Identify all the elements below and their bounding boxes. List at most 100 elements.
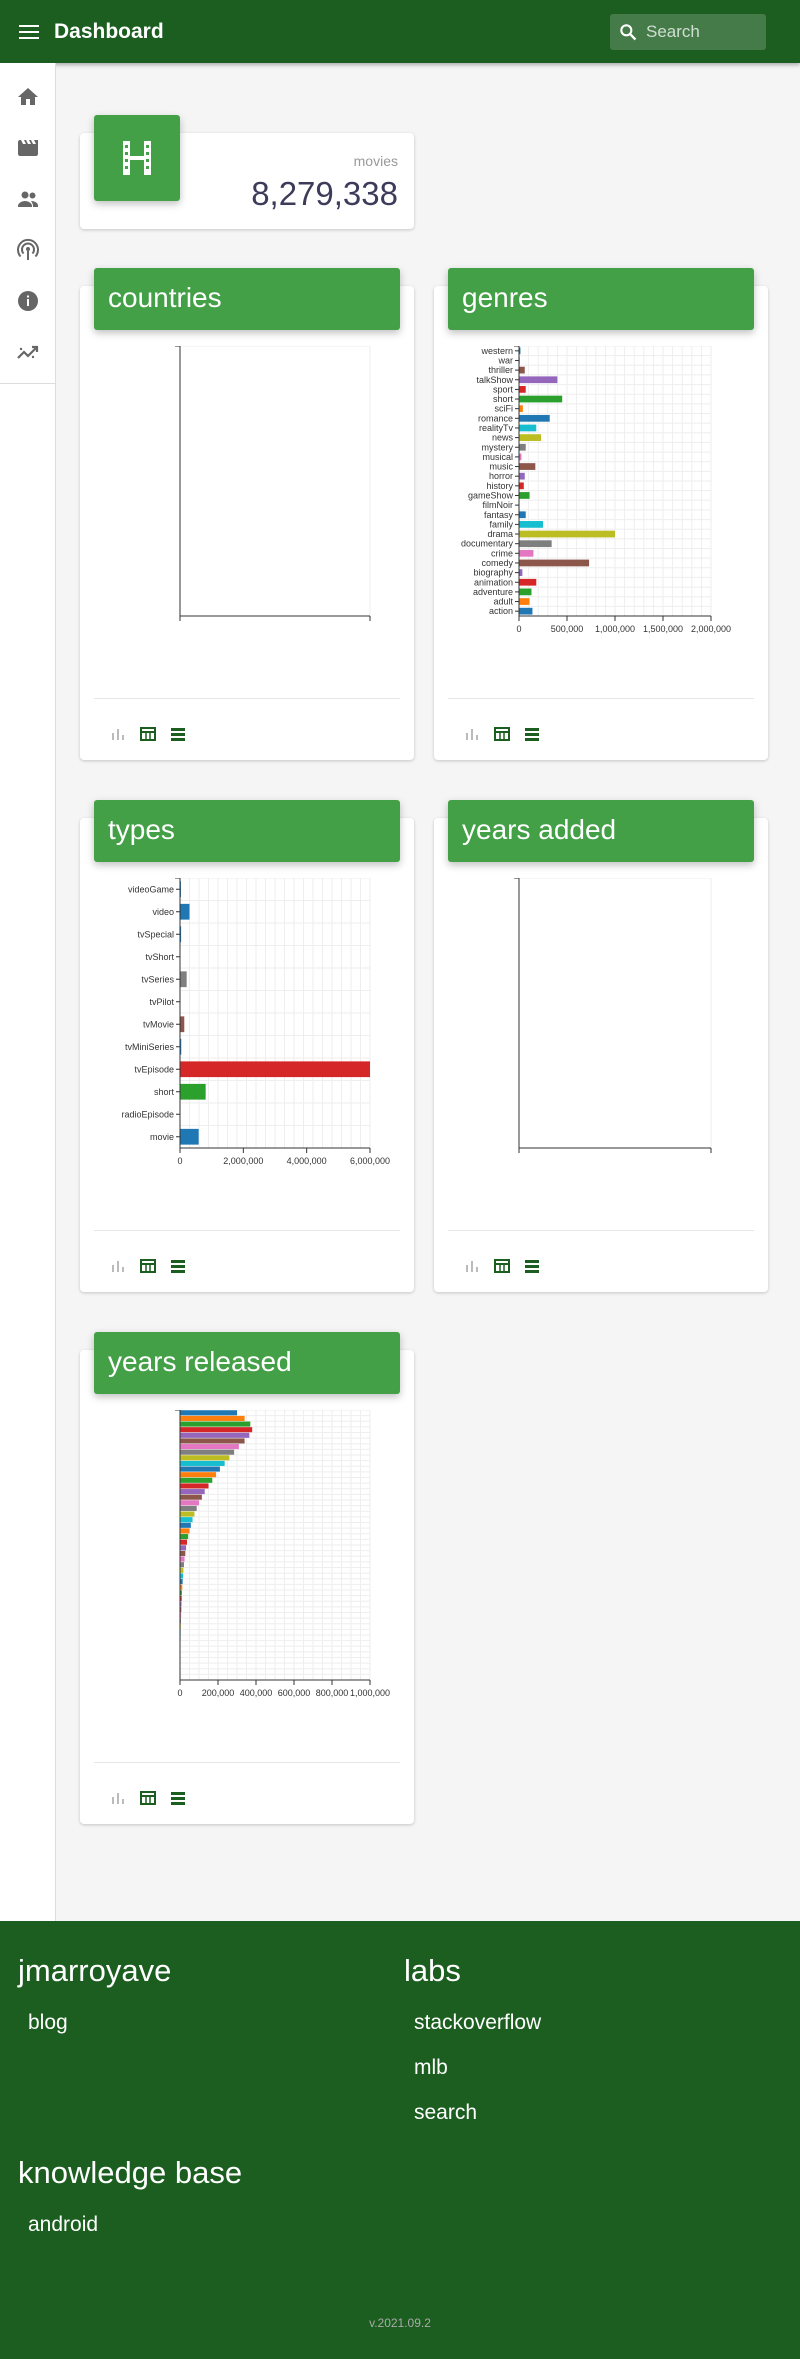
list-icon[interactable] xyxy=(170,1258,186,1274)
bar xyxy=(180,1415,245,1421)
table-icon[interactable] xyxy=(494,726,510,742)
bar xyxy=(519,366,525,374)
types-card: types videoGame video tvSpecial tvShort tvSe… xyxy=(80,800,414,1292)
bar xyxy=(180,1421,251,1427)
bar xyxy=(180,1539,188,1545)
info-icon xyxy=(17,290,38,311)
category-label: drama xyxy=(487,529,513,539)
category-label: tvEpisode xyxy=(134,1064,174,1074)
countries-card: countries xyxy=(80,268,414,760)
footer-link-search[interactable]: search xyxy=(414,2101,541,2125)
bar xyxy=(180,1472,217,1478)
bar-chart-icon[interactable] xyxy=(464,726,480,742)
footer-title: labs xyxy=(404,1953,461,1988)
search-icon xyxy=(620,24,637,41)
stat-label: movies xyxy=(353,153,398,169)
years-released-chart: 0 200,000 400,000 600,000 800,000 1,000,000 xyxy=(175,1410,390,1698)
bar-chart-icon[interactable] xyxy=(110,1258,126,1274)
menu-icon[interactable] xyxy=(16,22,42,42)
category-label: action xyxy=(489,606,513,616)
years-released-card: years released 0 200,000 400,000 600,000 800… xyxy=(80,1332,414,1824)
bar-chart-icon[interactable] xyxy=(110,726,126,742)
bar xyxy=(180,1567,184,1573)
tick-label: 2,000,000 xyxy=(223,1156,263,1166)
category-label: gameShow xyxy=(468,490,514,500)
table-icon[interactable] xyxy=(140,1258,156,1274)
category-label: videoGame xyxy=(128,884,174,894)
footer-col-jmarroyave: jmarroyave blog xyxy=(18,1953,171,2056)
years-added-chart xyxy=(514,878,712,1153)
bar xyxy=(180,1562,184,1568)
category-label: animation xyxy=(474,577,513,587)
card-title: years added xyxy=(448,800,754,862)
tick-label: 200,000 xyxy=(202,1688,235,1698)
bar xyxy=(180,1128,199,1145)
bar xyxy=(519,405,523,413)
podcast-icon xyxy=(16,238,39,260)
bar xyxy=(180,1460,225,1466)
bar xyxy=(519,434,542,441)
bar xyxy=(180,1550,186,1556)
bar xyxy=(519,376,558,384)
card-title: types xyxy=(94,800,400,862)
bar xyxy=(180,1410,237,1416)
list-icon[interactable] xyxy=(170,726,186,742)
genres-card: genres western war thriller talkShow sport sh… xyxy=(434,268,768,760)
category-label: video xyxy=(152,907,174,917)
tick-label: 800,000 xyxy=(316,1688,349,1698)
bar xyxy=(180,1438,245,1444)
card-title: countries xyxy=(94,268,400,330)
bar xyxy=(519,607,533,615)
sidebar-item-podcast[interactable] xyxy=(0,224,55,275)
bar xyxy=(519,511,526,519)
bar xyxy=(180,1432,250,1438)
list-icon[interactable] xyxy=(524,1258,540,1274)
footer-link-mlb[interactable]: mlb xyxy=(414,2056,541,2080)
search-box[interactable] xyxy=(610,14,766,50)
types-chart: videoGame video tvSpecial tvShort tvSeries tv… xyxy=(121,878,390,1166)
bar xyxy=(519,482,524,490)
tick-label: 2,000,000 xyxy=(691,624,731,634)
tick-label: 0 xyxy=(516,624,521,634)
bar xyxy=(180,1522,191,1528)
card-title: genres xyxy=(448,268,754,330)
list-icon[interactable] xyxy=(524,726,540,742)
table-icon[interactable] xyxy=(140,1790,156,1806)
search-input[interactable] xyxy=(646,22,756,42)
footer: jmarroyave blog labs stackoverflow mlb s… xyxy=(0,1921,800,2359)
sidebar-item-trending[interactable] xyxy=(0,326,55,377)
bar xyxy=(180,1083,206,1100)
footer-title: jmarroyave xyxy=(18,1953,172,1988)
bar xyxy=(519,443,526,451)
sidebar-item-home[interactable] xyxy=(0,71,55,122)
bar xyxy=(519,540,552,548)
bar xyxy=(519,549,534,557)
tick-label: 600,000 xyxy=(278,1688,311,1698)
bar xyxy=(519,559,590,567)
bar xyxy=(180,1427,253,1433)
list-icon[interactable] xyxy=(170,1790,186,1806)
bar xyxy=(180,1505,197,1511)
footer-link-blog[interactable]: blog xyxy=(28,2011,171,2035)
category-label: tvPilot xyxy=(149,997,174,1007)
footer-link-stackoverflow[interactable]: stackoverflow xyxy=(414,2011,541,2035)
sidebar-item-info[interactable] xyxy=(0,275,55,326)
table-icon[interactable] xyxy=(140,726,156,742)
bar-chart-icon[interactable] xyxy=(110,1790,126,1806)
tick-label: 1,500,000 xyxy=(643,624,683,634)
bar-chart-icon[interactable] xyxy=(464,1258,480,1274)
bar xyxy=(519,472,525,480)
sidebar-item-people[interactable] xyxy=(0,173,55,224)
trending-icon xyxy=(16,345,38,359)
bar xyxy=(180,1528,190,1534)
category-label: realityTv xyxy=(479,423,514,433)
table-icon[interactable] xyxy=(494,1258,510,1274)
category-label: short xyxy=(493,394,514,404)
footer-link-android[interactable]: android xyxy=(28,2213,242,2237)
people-icon xyxy=(17,191,38,207)
category-label: tvSeries xyxy=(141,974,174,984)
movie-icon xyxy=(17,139,38,156)
sidebar-item-movies[interactable] xyxy=(0,122,55,173)
bar xyxy=(519,598,530,605)
bar xyxy=(180,1455,230,1461)
